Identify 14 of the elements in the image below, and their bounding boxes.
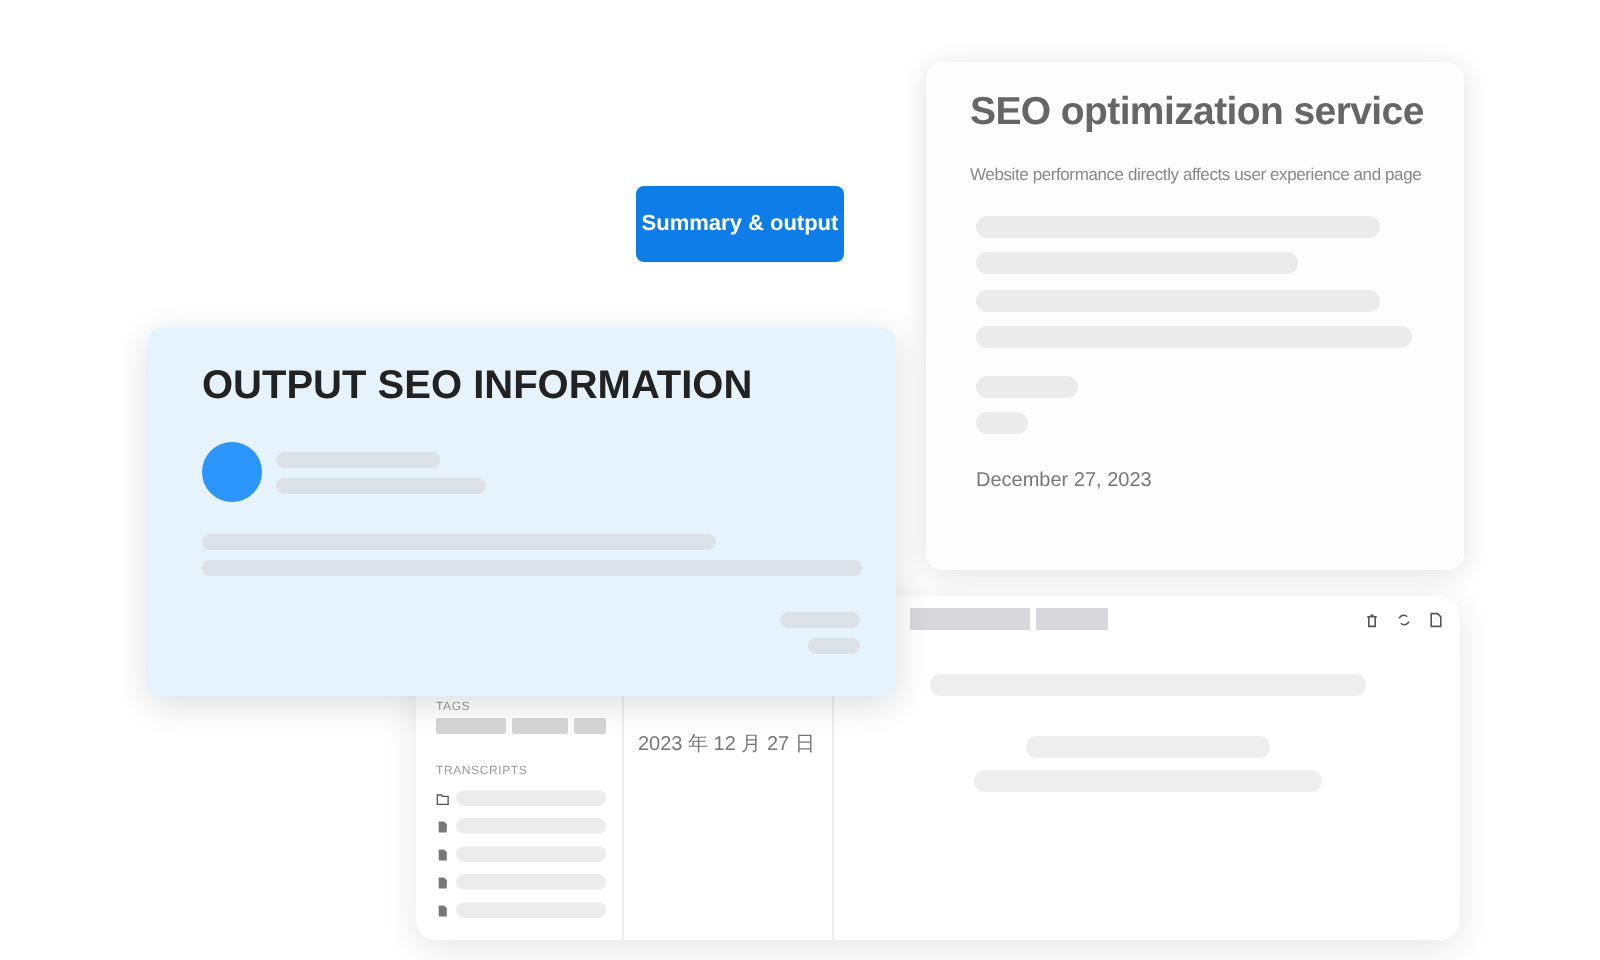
card-subtitle: Website performance directly affects user experience and page bbox=[970, 164, 1422, 184]
card-title: OUTPUT SEO INFORMATION bbox=[202, 364, 753, 410]
placeholder-tag bbox=[573, 718, 606, 734]
placeholder-tag bbox=[436, 718, 507, 734]
card-title: SEO optimization service bbox=[970, 90, 1424, 136]
refresh-icon[interactable] bbox=[1396, 611, 1412, 627]
folder-icon bbox=[436, 791, 450, 805]
placeholder-tag bbox=[512, 718, 567, 734]
date-text: 2023 年 12 月 27 日 bbox=[638, 734, 815, 756]
trash-icon[interactable] bbox=[1364, 611, 1380, 627]
document-icon[interactable] bbox=[1428, 611, 1444, 627]
avatar-icon bbox=[202, 442, 262, 502]
date-text: December 27, 2023 bbox=[976, 470, 1152, 492]
summary-output-button[interactable]: Summary & output bbox=[636, 186, 844, 262]
